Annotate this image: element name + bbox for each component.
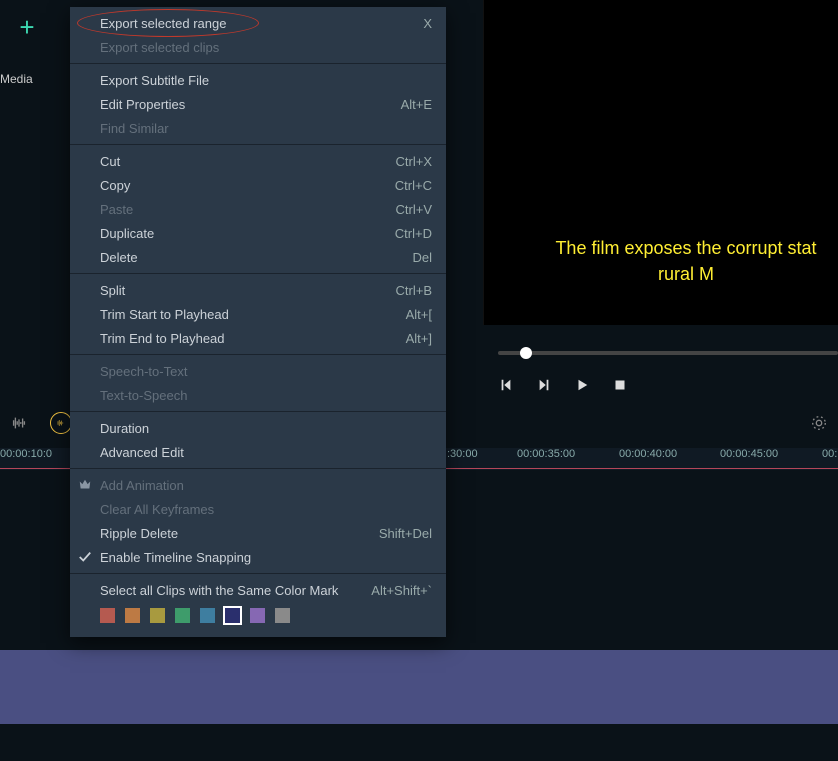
menu-item-select-all-clips-with-the-same-color-mark[interactable]: Select all Clips with the Same Color Mar… xyxy=(70,578,446,602)
ruler-tick: 00:00:10:0 xyxy=(0,448,52,460)
menu-separator xyxy=(70,468,446,469)
menu-item-trim-start-to-playhead[interactable]: Trim Start to PlayheadAlt+[ xyxy=(70,302,446,326)
progress-thumb[interactable] xyxy=(520,347,532,359)
menu-separator xyxy=(70,411,446,412)
color-swatch-row xyxy=(70,602,446,633)
menu-item-shortcut: Shift+Del xyxy=(379,526,432,541)
color-swatch[interactable] xyxy=(200,608,215,623)
menu-item-edit-properties[interactable]: Edit PropertiesAlt+E xyxy=(70,92,446,116)
menu-item-label: Copy xyxy=(100,178,395,193)
menu-item-shortcut: Alt+E xyxy=(401,97,432,112)
menu-item-label: Select all Clips with the Same Color Mar… xyxy=(100,583,371,598)
ruler-tick: 00: xyxy=(822,448,837,460)
menu-item-shortcut: Ctrl+C xyxy=(395,178,432,193)
color-swatch[interactable] xyxy=(250,608,265,623)
menu-item-label: Delete xyxy=(100,250,412,265)
prev-frame-button[interactable] xyxy=(498,377,514,393)
ruler-tick: 00:00:40:00 xyxy=(619,448,677,460)
menu-item-label: Ripple Delete xyxy=(100,526,379,541)
menu-item-label: Export selected clips xyxy=(100,40,432,55)
menu-item-copy[interactable]: CopyCtrl+C xyxy=(70,173,446,197)
selected-range[interactable] xyxy=(0,650,838,724)
check-icon xyxy=(76,548,94,566)
menu-item-export-selected-clips: Export selected clips xyxy=(70,35,446,59)
menu-item-duration[interactable]: Duration xyxy=(70,416,446,440)
settings-tool-icon[interactable] xyxy=(810,414,828,432)
next-frame-button[interactable] xyxy=(536,377,552,393)
subtitle-overlay: The film exposes the corrupt stat rural … xyxy=(534,235,838,287)
stop-button[interactable] xyxy=(612,377,628,393)
menu-item-label: Trim Start to Playhead xyxy=(100,307,406,322)
menu-item-label: Edit Properties xyxy=(100,97,401,112)
menu-item-text-to-speech: Text-to-Speech xyxy=(70,383,446,407)
ruler-tick: 00:00:45:00 xyxy=(720,448,778,460)
menu-item-shortcut: X xyxy=(423,16,432,31)
menu-item-label: Paste xyxy=(100,202,396,217)
menu-item-label: Export Subtitle File xyxy=(100,73,432,88)
menu-item-shortcut: Alt+[ xyxy=(406,307,432,322)
menu-item-shortcut: Ctrl+V xyxy=(396,202,432,217)
transport-controls xyxy=(498,377,628,393)
color-swatch[interactable] xyxy=(175,608,190,623)
menu-item-label: Duration xyxy=(100,421,432,436)
menu-item-label: Add Animation xyxy=(100,478,432,493)
menu-item-trim-end-to-playhead[interactable]: Trim End to PlayheadAlt+] xyxy=(70,326,446,350)
playback-progress[interactable] xyxy=(498,351,838,355)
color-swatch[interactable] xyxy=(225,608,240,623)
ruler-tick: 00:00:35:00 xyxy=(517,448,575,460)
color-swatch[interactable] xyxy=(275,608,290,623)
add-media-button[interactable]: + xyxy=(12,12,42,42)
menu-item-export-subtitle-file[interactable]: Export Subtitle File xyxy=(70,68,446,92)
menu-item-label: Cut xyxy=(100,154,396,169)
waveform-icon[interactable] xyxy=(10,414,28,432)
media-label: Media xyxy=(0,72,33,86)
menu-item-advanced-edit[interactable]: Advanced Edit xyxy=(70,440,446,464)
menu-item-ripple-delete[interactable]: Ripple DeleteShift+Del xyxy=(70,521,446,545)
video-preview: The film exposes the corrupt stat rural … xyxy=(483,0,838,325)
menu-item-shortcut: Alt+Shift+` xyxy=(371,583,432,598)
menu-item-export-selected-range[interactable]: Export selected rangeX xyxy=(70,11,446,35)
color-swatch[interactable] xyxy=(125,608,140,623)
menu-item-shortcut: Ctrl+X xyxy=(396,154,432,169)
menu-item-label: Enable Timeline Snapping xyxy=(100,550,432,565)
context-menu: Export selected rangeX Export selected cl… xyxy=(70,7,446,637)
menu-item-speech-to-text: Speech-to-Text xyxy=(70,359,446,383)
crown-icon xyxy=(76,476,94,494)
menu-separator xyxy=(70,573,446,574)
menu-item-shortcut: Ctrl+D xyxy=(395,226,432,241)
color-swatch[interactable] xyxy=(100,608,115,623)
menu-item-duplicate[interactable]: DuplicateCtrl+D xyxy=(70,221,446,245)
menu-item-shortcut: Alt+] xyxy=(406,331,432,346)
menu-item-paste: PasteCtrl+V xyxy=(70,197,446,221)
menu-item-split[interactable]: SplitCtrl+B xyxy=(70,278,446,302)
menu-item-label: Clear All Keyframes xyxy=(100,502,432,517)
menu-separator xyxy=(70,354,446,355)
menu-item-clear-all-keyframes: Clear All Keyframes xyxy=(70,497,446,521)
menu-item-add-animation: Add Animation xyxy=(70,473,446,497)
menu-separator xyxy=(70,273,446,274)
menu-item-label: Find Similar xyxy=(100,121,432,136)
play-button[interactable] xyxy=(574,377,590,393)
ruler-tick: :30:00 xyxy=(447,448,478,460)
menu-separator xyxy=(70,63,446,64)
menu-item-shortcut: Del xyxy=(412,250,432,265)
audio-tool-icon[interactable] xyxy=(50,412,72,434)
menu-item-label: Duplicate xyxy=(100,226,395,241)
menu-item-cut[interactable]: CutCtrl+X xyxy=(70,149,446,173)
menu-item-enable-timeline-snapping[interactable]: Enable Timeline Snapping xyxy=(70,545,446,569)
menu-item-find-similar: Find Similar xyxy=(70,116,446,140)
menu-item-label: Speech-to-Text xyxy=(100,364,432,379)
menu-item-label: Split xyxy=(100,283,396,298)
menu-item-shortcut: Ctrl+B xyxy=(396,283,432,298)
menu-item-label: Text-to-Speech xyxy=(100,388,432,403)
menu-separator xyxy=(70,144,446,145)
menu-item-label: Trim End to Playhead xyxy=(100,331,406,346)
menu-item-label: Export selected range xyxy=(100,16,423,31)
menu-item-label: Advanced Edit xyxy=(100,445,432,460)
color-swatch[interactable] xyxy=(150,608,165,623)
menu-item-delete[interactable]: DeleteDel xyxy=(70,245,446,269)
